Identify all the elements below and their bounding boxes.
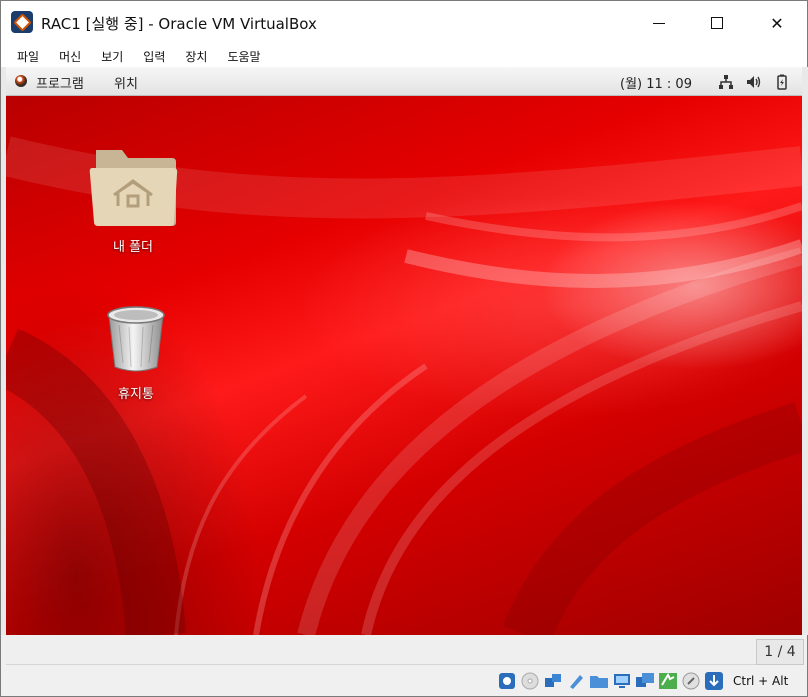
- home-folder-icon: [89, 150, 178, 226]
- menu-machine[interactable]: 머신: [49, 48, 91, 65]
- menu-bar: 파일 머신 보기 입력 장치 도움말: [1, 45, 807, 67]
- desktop-icon-label: 휴지통: [118, 387, 154, 402]
- minimize-icon: [653, 22, 665, 24]
- trash-icon: [107, 306, 165, 372]
- network-icon[interactable]: [718, 74, 734, 90]
- menu-input[interactable]: 입력: [133, 48, 175, 65]
- guest-top-panel: 프로그램 위치 (월) 11 : 09: [6, 67, 802, 96]
- network-adapter-icon[interactable]: [543, 671, 563, 691]
- virtualbox-app-icon: [11, 11, 33, 33]
- virtualbox-window: RAC1 [실행 중] - Oracle VM VirtualBox ✕ 파일 …: [0, 0, 808, 697]
- desktop-background[interactable]: 내 폴더 휴지통: [6, 96, 802, 635]
- workspace-switcher[interactable]: 1 / 4: [756, 639, 804, 665]
- applications-menu-icon: [15, 75, 27, 87]
- battery-icon[interactable]: [774, 74, 790, 90]
- window-right-edge: [802, 67, 808, 635]
- menu-view[interactable]: 보기: [91, 48, 133, 65]
- window-title: RAC1 [실행 중] - Oracle VM VirtualBox: [41, 15, 317, 33]
- desktop-icon-trash[interactable]: 휴지통: [101, 301, 171, 402]
- panel-clock[interactable]: (월) 11 : 09: [620, 73, 692, 92]
- menu-devices[interactable]: 장치: [175, 48, 217, 65]
- optical-drive-icon[interactable]: [520, 671, 540, 691]
- menu-help[interactable]: 도움말: [217, 48, 270, 65]
- host-key-label: Ctrl + Alt: [733, 674, 789, 688]
- applications-menu[interactable]: 프로그램: [36, 73, 84, 92]
- status-bar: 1 / 4 Ctrl + Alt: [1, 635, 807, 696]
- minimize-button[interactable]: [629, 1, 689, 45]
- close-icon: ✕: [770, 13, 784, 33]
- hard-disk-icon[interactable]: [497, 671, 517, 691]
- menu-file[interactable]: 파일: [7, 48, 49, 65]
- maximize-icon: [711, 17, 723, 29]
- places-menu[interactable]: 위치: [114, 73, 138, 92]
- display-icon[interactable]: [612, 671, 632, 691]
- desktop-icon-home[interactable]: 내 폴더: [88, 144, 178, 255]
- close-button[interactable]: ✕: [747, 1, 807, 45]
- guest-additions-icon[interactable]: [658, 671, 678, 691]
- volume-icon[interactable]: [746, 74, 762, 90]
- mouse-integration-icon[interactable]: [681, 671, 701, 691]
- guest-bottom-panel: 1 / 4: [6, 635, 804, 665]
- title-bar[interactable]: RAC1 [실행 중] - Oracle VM VirtualBox ✕: [1, 1, 807, 45]
- virtualbox-device-tray: Ctrl + Alt: [497, 670, 788, 692]
- host-key-arrow-icon[interactable]: [704, 671, 724, 691]
- shared-folder-icon[interactable]: [589, 671, 609, 691]
- maximize-button[interactable]: [687, 1, 747, 45]
- guest-screen[interactable]: 프로그램 위치 (월) 11 : 09 내 폴더 휴지통: [6, 67, 802, 635]
- usb-icon[interactable]: [566, 671, 586, 691]
- desktop-icon-label: 내 폴더: [112, 240, 153, 255]
- video-capture-icon[interactable]: [635, 671, 655, 691]
